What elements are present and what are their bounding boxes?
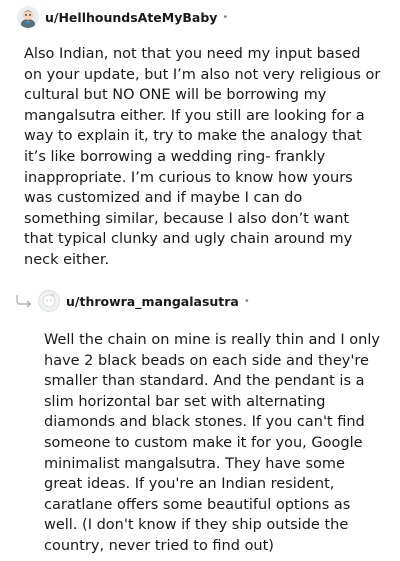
default-avatar-icon[interactable]	[38, 290, 60, 312]
meta-separator: •	[243, 295, 250, 307]
comment: u/HellhoundsAteMyBaby • Also Indian, not…	[0, 5, 400, 271]
reply-arrow-icon	[16, 295, 32, 308]
comment-meta: u/throwra_mangalasutra •	[0, 289, 400, 313]
meta-separator: •	[222, 11, 229, 23]
comment-body: Also Indian, not that you need my input …	[24, 46, 381, 268]
reply-comment: u/throwra_mangalasutra • Well the chain …	[0, 289, 400, 557]
comment-body: Well the chain on mine is really thin an…	[44, 332, 380, 554]
comment-meta: u/HellhoundsAteMyBaby •	[0, 5, 400, 29]
username[interactable]: u/throwra_mangalasutra	[66, 294, 239, 309]
snoo-avatar-icon[interactable]	[17, 6, 39, 28]
username[interactable]: u/HellhoundsAteMyBaby	[45, 10, 217, 25]
